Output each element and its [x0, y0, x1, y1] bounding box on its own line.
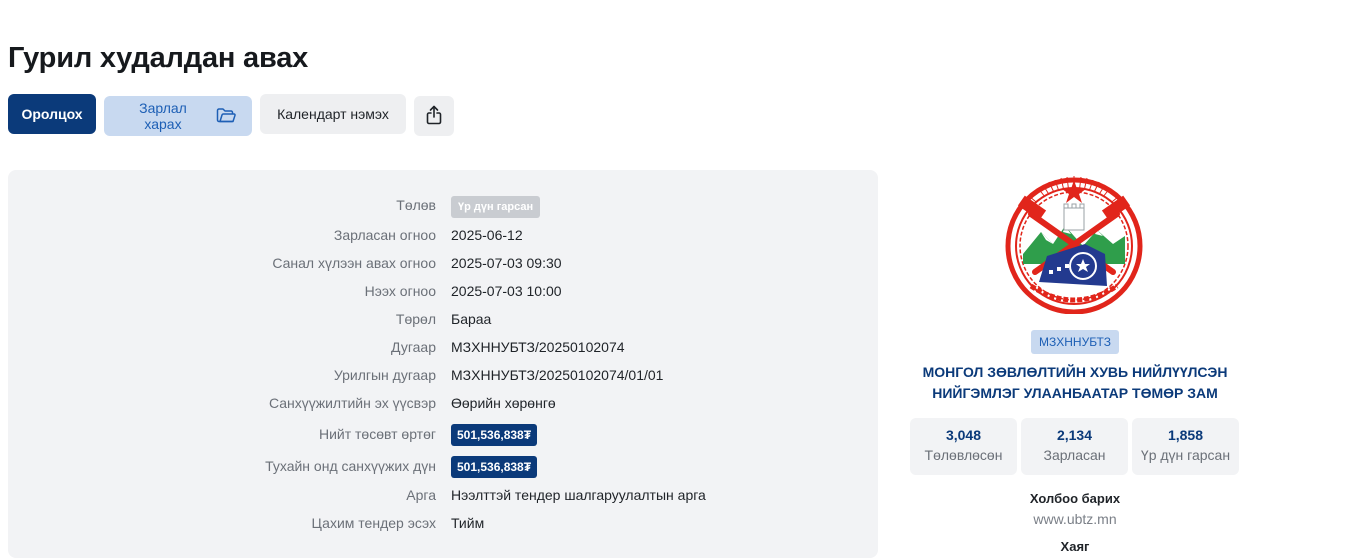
view-announcement-label: Зарлал харах	[139, 100, 187, 132]
participate-button[interactable]: Оролцох	[8, 94, 96, 134]
stat-label: Зарласан	[1043, 447, 1106, 463]
detail-value: 2025-07-03 09:30	[451, 255, 562, 271]
share-icon	[426, 105, 442, 128]
detail-label: Санал хүлээн авах огноо	[272, 255, 436, 271]
detail-row-invitation-number: Урилгын дугаар МЗХННУБТЗ/20250102074/01/…	[8, 361, 878, 389]
detail-label: Нийт төсөвт өртөг	[318, 426, 436, 442]
detail-row-status: Төлөв Үр дүн гарсан	[8, 191, 878, 219]
website-link[interactable]: www.ubtz.mn	[900, 511, 1250, 527]
org-stats: 3,048 Төлөвлөсөн 2,134 Зарласан 1,858 Үр…	[910, 418, 1239, 475]
action-bar: Оролцох Зарлал харах Календарт нэмэх	[8, 94, 454, 136]
stat-label: Үр дүн гарсан	[1140, 447, 1231, 463]
detail-label: Дугаар	[391, 339, 436, 355]
funding-badge: 501,536,838₮	[451, 456, 538, 478]
detail-label: Арга	[406, 487, 436, 503]
detail-value: Өөрийн хөрөнгө	[451, 395, 556, 411]
budget-badge: 501,536,838₮	[451, 424, 538, 446]
detail-row-announced-date: Зарласан огноо 2025-06-12	[8, 221, 878, 249]
detail-label: Тухайн онд санхүүжих дүн	[265, 458, 436, 474]
detail-row-bid-deadline: Санал хүлээн авах огноо 2025-07-03 09:30	[8, 249, 878, 277]
detail-label: Цахим тендер эсэх	[311, 515, 436, 531]
stat-value: 2,134	[1056, 427, 1093, 443]
detail-value: МЗХННУБТЗ/20250102074/01/01	[451, 367, 664, 383]
detail-value: 2025-07-03 10:00	[451, 283, 562, 299]
stat-value: 3,048	[945, 427, 982, 443]
share-button[interactable]	[414, 96, 454, 136]
status-badge: Үр дүн гарсан	[451, 196, 541, 218]
page-title: Гурил худалдан авах	[8, 42, 309, 74]
stat-awarded: 1,858 Үр дүн гарсан	[1132, 418, 1239, 475]
org-name-line1: МОНГОЛ ЗӨВЛӨЛТИЙН ХУВЬ НИЙЛҮҮЛСЭН	[922, 364, 1228, 380]
contact-heading: Холбоо барих	[1029, 491, 1121, 506]
detail-value: МЗХННУБТЗ/20250102074	[451, 339, 625, 355]
detail-row-total-budget: Нийт төсөвт өртөг 501,536,838₮	[8, 420, 878, 448]
stat-announced: 2,134 Зарласан	[1021, 418, 1128, 475]
detail-label: Төлөв	[396, 197, 436, 213]
view-announcement-button[interactable]: Зарлал харах	[104, 96, 252, 136]
detail-value: Бараа	[451, 311, 492, 327]
detail-label: Нээх огноо	[364, 283, 436, 299]
org-name-line2: НИЙГЭМЛЭГ УЛААНБААТАР ТӨМӨР ЗАМ	[932, 385, 1218, 401]
detail-row-funding-source: Санхүүжилтийн эх үүсвэр Өөрийн хөрөнгө	[8, 389, 878, 417]
detail-row-e-tender: Цахим тендер эсэх Тийм	[8, 509, 878, 537]
detail-label: Төрөл	[395, 311, 436, 327]
detail-row-year-funding: Тухайн онд санхүүжих дүн 501,536,838₮	[8, 452, 878, 480]
detail-row-number: Дугаар МЗХННУБТЗ/20250102074	[8, 333, 878, 361]
detail-value: 2025-06-12	[451, 227, 523, 243]
detail-value: Тийм	[451, 515, 485, 531]
detail-row-method: Арга Нээлттэй тендер шалгаруулалтын арга	[8, 481, 878, 509]
detail-label: Зарласан огноо	[333, 227, 436, 243]
detail-row-open-date: Нээх огноо 2025-07-03 10:00	[8, 277, 878, 305]
address-heading: Хаяг	[1060, 539, 1090, 554]
tender-details-card: Төлөв Үр дүн гарсан Зарласан огноо 2025-…	[8, 170, 878, 558]
folder-icon	[216, 107, 236, 126]
detail-label: Урилгын дугаар	[333, 367, 436, 383]
detail-label: Санхүүжилтийн эх үүсвэр	[268, 395, 436, 411]
ubtz-emblem-icon	[1001, 174, 1147, 315]
stat-value: 1,858	[1167, 427, 1204, 443]
stat-label: Төлөвлөсөн	[924, 447, 1003, 463]
stat-planned: 3,048 Төлөвлөсөн	[910, 418, 1017, 475]
add-to-calendar-button[interactable]: Календарт нэмэх	[260, 94, 406, 134]
detail-value: Нээлттэй тендер шалгаруулалтын арга	[451, 487, 706, 503]
org-abbreviation-badge[interactable]: МЗХННУБТЗ	[1031, 330, 1119, 354]
org-name[interactable]: МОНГОЛ ЗӨВЛӨЛТИЙН ХУВЬ НИЙЛҮҮЛСЭН НИЙГЭМ…	[900, 362, 1250, 404]
detail-row-type: Төрөл Бараа	[8, 305, 878, 333]
